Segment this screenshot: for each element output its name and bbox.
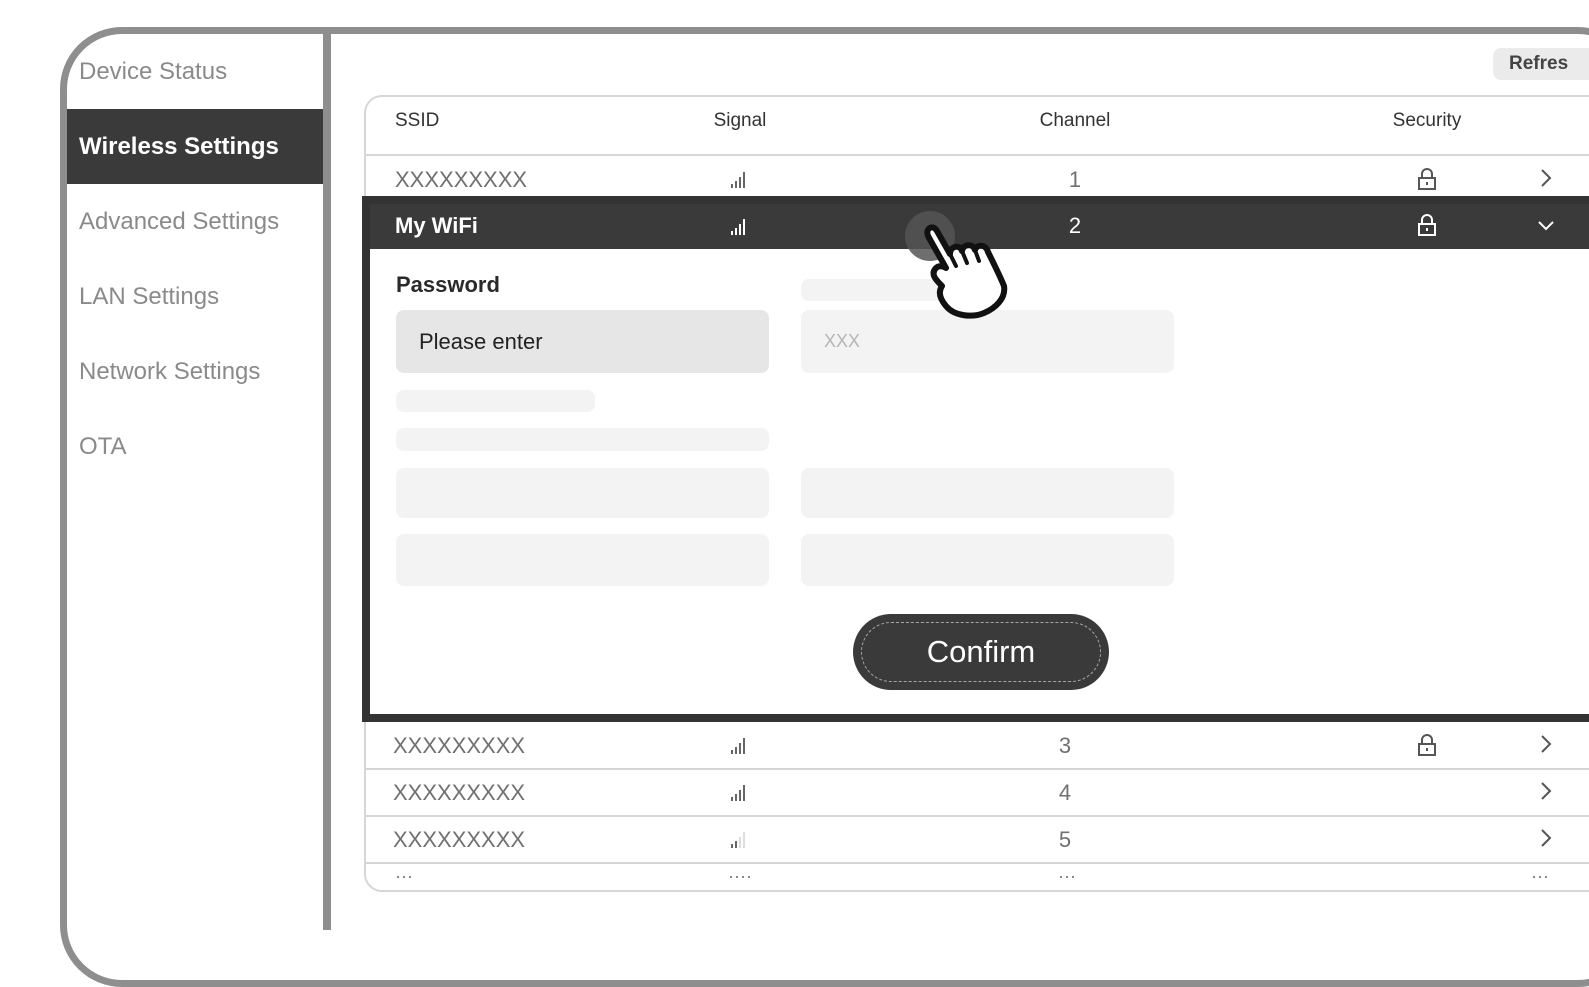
placeholder-label [396, 390, 595, 412]
row-ssid: XXXXXXXXX [393, 733, 526, 758]
row-ssid: XXXXXXXXX [395, 167, 528, 192]
password-input[interactable] [396, 310, 769, 373]
signal-bars-icon [730, 216, 750, 236]
chevron-right-icon[interactable] [1539, 733, 1553, 755]
confirm-label: Confirm [926, 634, 1036, 669]
placeholder-field[interactable] [801, 468, 1174, 518]
chevron-right-icon[interactable] [1539, 780, 1553, 802]
row-ssid: XXXXXXXXX [393, 827, 526, 852]
row-channel: 1 [1068, 167, 1082, 192]
ellipsis: ··· [395, 866, 413, 886]
row-channel: 4 [1058, 780, 1072, 805]
sidebar-item-ota[interactable]: OTA [67, 409, 323, 484]
sidebar-item-lan-settings[interactable]: LAN Settings [67, 259, 323, 334]
placeholder-field[interactable] [396, 534, 769, 586]
divider [366, 154, 1589, 156]
chevron-right-icon[interactable] [1539, 827, 1553, 849]
chevron-right-icon[interactable] [1539, 167, 1553, 189]
lock-icon [1417, 733, 1437, 757]
signal-bars-icon [730, 782, 750, 802]
placeholder-bar [396, 428, 769, 451]
table-row-selected[interactable]: My WiFi 2 [0, 204, 1589, 249]
row-channel: 3 [1058, 733, 1072, 758]
signal-bars-icon [730, 735, 750, 755]
table-row[interactable]: XXXXXXXXX 5 [0, 817, 1589, 863]
hand-pointer-icon [900, 206, 1030, 326]
sidebar-item-network-settings[interactable]: Network Settings [67, 334, 323, 409]
placeholder-field[interactable] [396, 468, 769, 518]
sidebar-item-device-status[interactable]: Device Status [67, 34, 323, 109]
password-label: Password [396, 272, 500, 297]
ellipsis: ··· [1058, 866, 1076, 886]
signal-bars-icon [730, 829, 750, 849]
sidebar: Device Status Wireless Settings Advanced… [67, 34, 323, 484]
confirm-button[interactable]: Confirm [853, 614, 1109, 690]
ellipsis: ··· [1531, 866, 1549, 886]
lock-icon [1417, 213, 1437, 237]
refresh-button[interactable]: Refres [1493, 48, 1589, 80]
signal-bars-icon [730, 169, 750, 189]
header-ssid: SSID [395, 110, 440, 131]
header-security: Security [1392, 110, 1462, 131]
divider [366, 862, 1589, 864]
chevron-down-icon[interactable] [1536, 218, 1556, 232]
header-signal: Signal [713, 110, 767, 131]
placeholder-field[interactable] [801, 534, 1174, 586]
table-header: SSID Signal Channel Security [0, 110, 1589, 140]
lock-icon [1417, 167, 1437, 191]
row-channel: 2 [1068, 213, 1082, 238]
table-row[interactable]: XXXXXXXXX 4 [0, 770, 1589, 816]
row-ssid: XXXXXXXXX [393, 780, 526, 805]
row-ssid: My WiFi [395, 213, 478, 238]
header-channel: Channel [1039, 110, 1111, 131]
row-channel: 5 [1058, 827, 1072, 852]
ellipsis: ···· [728, 866, 752, 886]
table-row[interactable]: XXXXXXXXX 3 [0, 723, 1589, 769]
